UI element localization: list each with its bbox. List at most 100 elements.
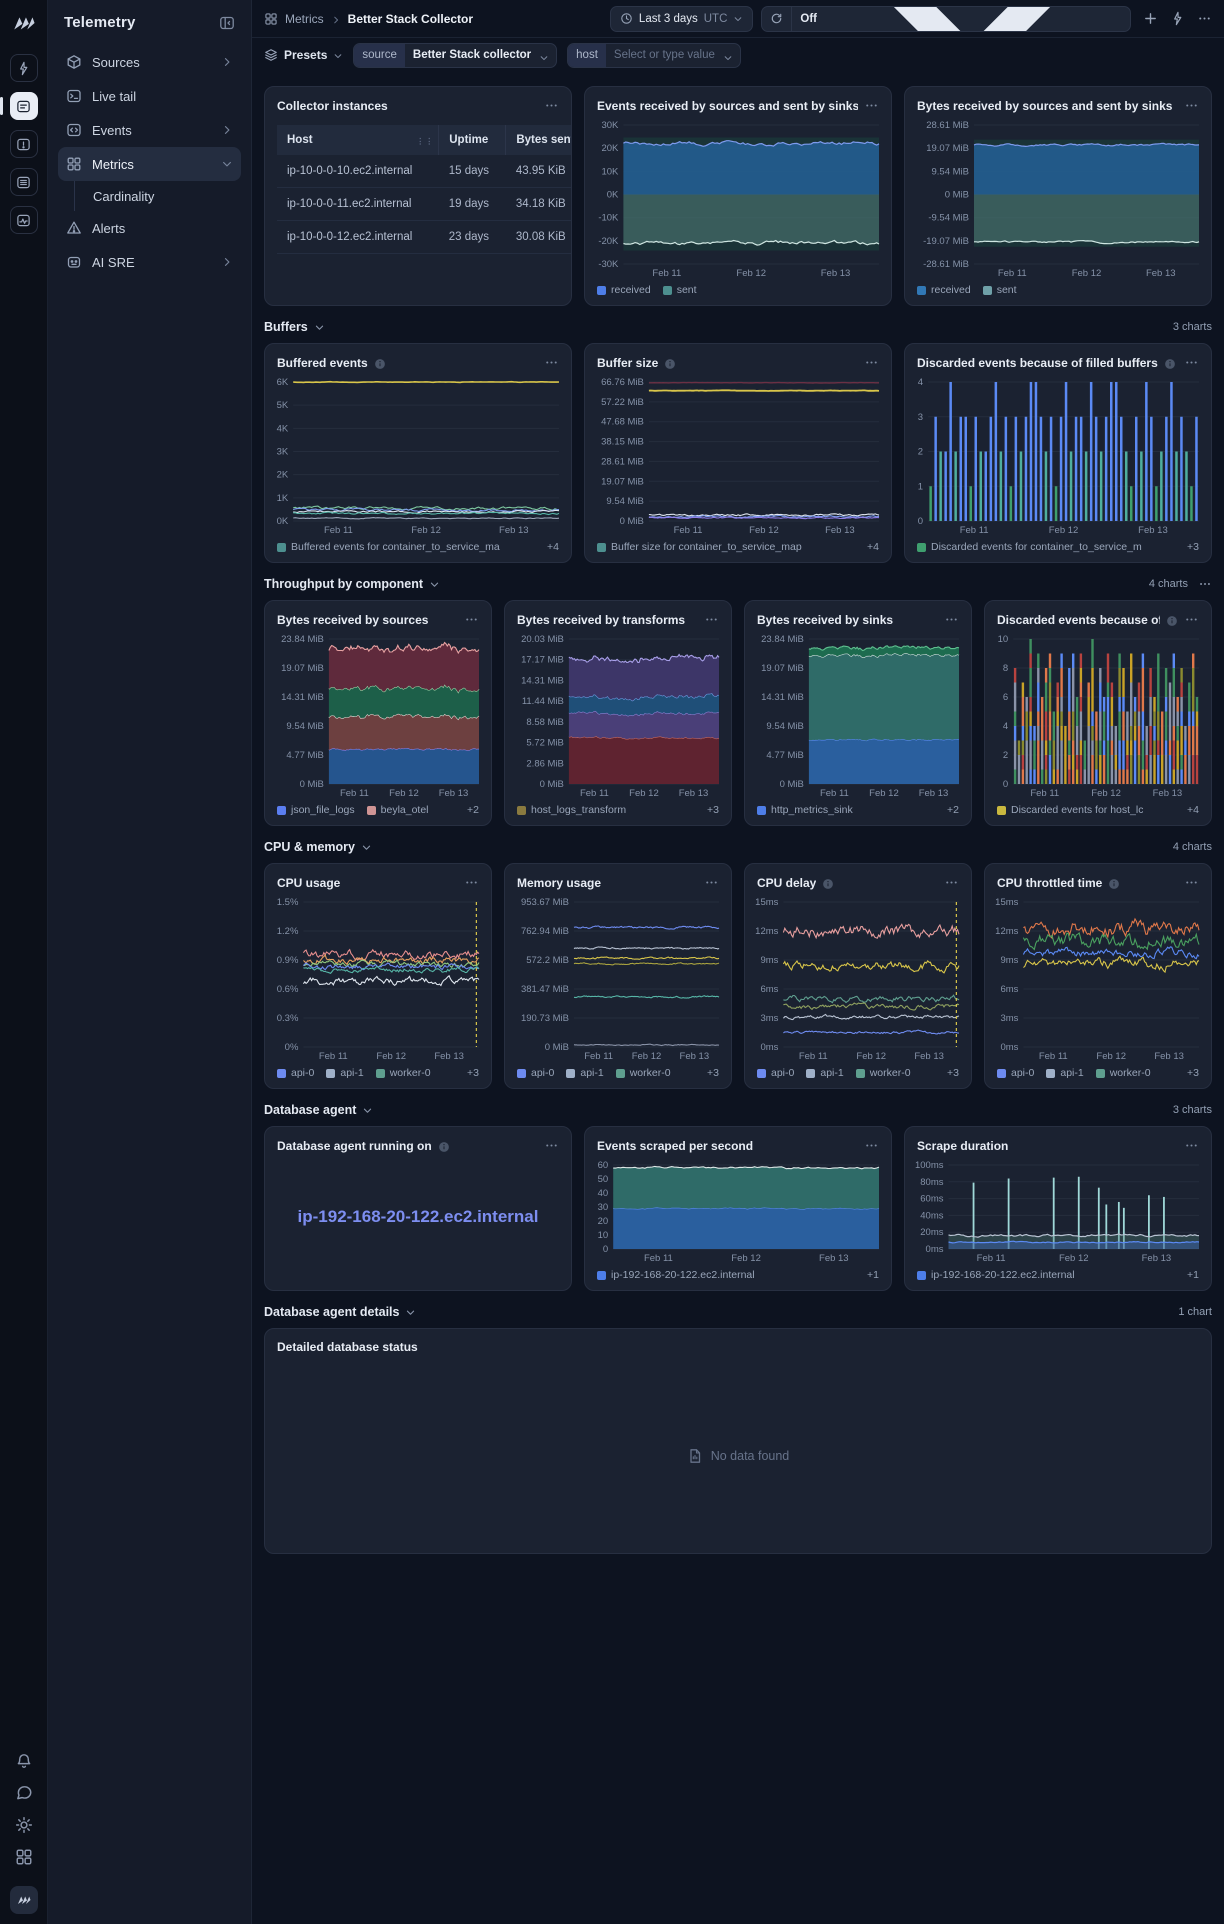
- chart-area[interactable]: 28.61 MiB 19.07 MiB 9.54 MiB 0 MiB -9.54 MiB…: [905, 117, 1211, 279]
- card-menu-button[interactable]: [1184, 875, 1199, 890]
- card-menu-button[interactable]: [864, 355, 879, 370]
- chart-area[interactable]: 23.84 MiB 19.07 MiB 14.31 MiB 9.54 MiB 4.77 …: [265, 631, 491, 799]
- legend-item[interactable]: worker-0: [615, 1067, 671, 1079]
- info-icon[interactable]: [374, 357, 386, 369]
- breadcrumb-root[interactable]: Metrics: [285, 12, 324, 26]
- chart-area[interactable]: 6K 5K 4K 3K 2K 1K 0K Feb 11 Feb 12 Feb 13: [265, 374, 571, 536]
- legend-item[interactable]: worker-0: [855, 1067, 911, 1079]
- card-menu-button[interactable]: [1184, 355, 1199, 370]
- refresh-button[interactable]: [762, 7, 791, 31]
- table-row[interactable]: ip-10-0-0-10.ec2.internal 15 days 43.95 Ki…: [277, 155, 571, 188]
- section-title[interactable]: Database agent details: [264, 1305, 416, 1319]
- legend-item[interactable]: Discarded events for container_to_servic…: [917, 541, 1142, 553]
- legend-item[interactable]: api-1: [566, 1067, 604, 1079]
- card-menu-button[interactable]: [464, 875, 479, 890]
- info-icon[interactable]: [822, 877, 834, 889]
- chart-area[interactable]: 15ms 12ms 9ms 6ms 3ms 0ms Feb 11 Feb 12 Feb 13: [985, 894, 1211, 1062]
- section-title[interactable]: Buffers: [264, 320, 325, 334]
- add-chart-button[interactable]: [1143, 11, 1158, 26]
- chart-area[interactable]: 953.67 MiB 762.94 MiB 572.2 MiB 381.47 MiB 1…: [505, 894, 731, 1062]
- legend-item[interactable]: api-1: [806, 1067, 844, 1079]
- legend-item[interactable]: api-0: [997, 1067, 1034, 1079]
- legend-item[interactable]: api-1: [326, 1067, 364, 1079]
- legend-item[interactable]: Buffer size for container_to_service_map: [597, 541, 802, 553]
- table-column-header[interactable]: Uptime: [438, 125, 507, 155]
- info-icon[interactable]: [1108, 877, 1120, 889]
- legend-item[interactable]: received: [597, 284, 651, 296]
- section-title[interactable]: CPU & memory: [264, 840, 372, 854]
- table-column-header[interactable]: Bytes sent: [505, 125, 571, 155]
- time-range-picker[interactable]: Last 3 days UTC: [609, 5, 754, 32]
- rail-grid-button[interactable]: [15, 1848, 33, 1866]
- card-menu-button[interactable]: [864, 1138, 879, 1153]
- legend-more-count[interactable]: +4: [547, 541, 559, 553]
- sidebar-collapse-icon[interactable]: [219, 15, 235, 31]
- rail-bolt-button[interactable]: [9, 54, 38, 82]
- workspace-avatar[interactable]: [9, 1886, 38, 1914]
- card-menu-button[interactable]: [464, 612, 479, 627]
- card-menu-button[interactable]: [704, 875, 719, 890]
- card-menu-button[interactable]: [944, 875, 959, 890]
- legend-item[interactable]: worker-0: [375, 1067, 431, 1079]
- card-menu-button[interactable]: [864, 98, 879, 113]
- legend-item[interactable]: api-0: [517, 1067, 554, 1079]
- legend-item[interactable]: received: [917, 284, 971, 296]
- rail-bell-button[interactable]: [15, 1752, 33, 1770]
- legend-item[interactable]: beyla_otel: [366, 804, 429, 816]
- legend-more-count[interactable]: +3: [1187, 541, 1199, 553]
- legend-more-count[interactable]: +4: [867, 541, 879, 553]
- refresh-interval-select[interactable]: Off: [792, 6, 1130, 31]
- card-menu-button[interactable]: [944, 612, 959, 627]
- legend-item[interactable]: api-0: [757, 1067, 794, 1079]
- section-title[interactable]: Throughput by component: [264, 577, 440, 591]
- card-menu-button[interactable]: [544, 1138, 559, 1153]
- sidebar-item-alerts[interactable]: Alerts: [58, 211, 241, 245]
- legend-more-count[interactable]: +2: [947, 804, 959, 816]
- card-menu-button[interactable]: [1184, 98, 1199, 113]
- legend-more-count[interactable]: +3: [467, 1067, 479, 1079]
- filter-pill-source[interactable]: source Better Stack collector: [353, 42, 558, 68]
- rail-activity-button[interactable]: [9, 206, 38, 234]
- legend-item[interactable]: sent: [982, 284, 1017, 296]
- chart-area[interactable]: 4 3 2 1 0 Feb 11 Feb 12 Feb 13: [905, 374, 1211, 536]
- rail-live-tail-button[interactable]: [0, 92, 38, 120]
- card-menu-button[interactable]: [544, 355, 559, 370]
- table-row[interactable]: ip-10-0-0-12.ec2.internal 23 days 30.08 Ki…: [277, 220, 571, 254]
- presets-menu[interactable]: Presets: [264, 48, 343, 62]
- legend-more-count[interactable]: +3: [707, 804, 719, 816]
- legend-item[interactable]: api-0: [277, 1067, 314, 1079]
- card-menu-button[interactable]: [704, 612, 719, 627]
- legend-item[interactable]: http_metrics_sink: [757, 804, 853, 816]
- info-icon[interactable]: [1166, 614, 1178, 626]
- rail-list-button[interactable]: [9, 168, 38, 196]
- quick-actions-button[interactable]: [1170, 11, 1185, 26]
- sidebar-item-metrics[interactable]: Metrics: [58, 147, 241, 181]
- sidebar-item-sources[interactable]: Sources: [58, 45, 241, 79]
- rail-sun-button[interactable]: [15, 1816, 33, 1834]
- sidebar-item-ai-sre[interactable]: AI SRE: [58, 245, 241, 279]
- legend-item[interactable]: Buffered events for container_to_service…: [277, 541, 500, 553]
- info-icon[interactable]: [664, 357, 676, 369]
- legend-item[interactable]: ip-192-168-20-122.ec2.internal: [597, 1269, 755, 1281]
- rail-alert-square-button[interactable]: [9, 130, 38, 158]
- legend-more-count[interactable]: +2: [467, 804, 479, 816]
- chart-area[interactable]: 10 8 6 4 2 0 Feb 11 Feb 12 Feb 13: [985, 631, 1211, 799]
- section-menu-button[interactable]: [1198, 577, 1212, 591]
- chart-area[interactable]: 20.03 MiB 17.17 MiB 14.31 MiB 11.44 MiB 8.58…: [505, 631, 731, 799]
- legend-item[interactable]: api-1: [1046, 1067, 1084, 1079]
- chart-area[interactable]: 60 50 40 30 20 10 0 Feb 11 Feb 12 Feb 13: [585, 1157, 891, 1264]
- rail-chat-button[interactable]: [15, 1784, 33, 1802]
- card-menu-button[interactable]: [1184, 1138, 1199, 1153]
- info-icon[interactable]: [438, 1140, 450, 1152]
- card-menu-button[interactable]: [1184, 612, 1199, 627]
- chart-area[interactable]: 66.76 MiB 57.22 MiB 47.68 MiB 38.15 MiB 28.6…: [585, 374, 891, 536]
- table-column-header[interactable]: Host ⋮⋮: [277, 125, 440, 155]
- sidebar-item-live-tail[interactable]: Live tail: [58, 79, 241, 113]
- chart-area[interactable]: 100ms 80ms 60ms 40ms 20ms 0ms Feb 11 Feb 12 Feb …: [905, 1157, 1211, 1264]
- legend-item[interactable]: sent: [662, 284, 697, 296]
- legend-more-count[interactable]: +1: [867, 1269, 879, 1281]
- legend-more-count[interactable]: +3: [707, 1067, 719, 1079]
- more-options-button[interactable]: [1197, 11, 1212, 26]
- table-row[interactable]: ip-10-0-0-11.ec2.internal 19 days 34.18 Ki…: [277, 187, 571, 221]
- legend-more-count[interactable]: +4: [1187, 804, 1199, 816]
